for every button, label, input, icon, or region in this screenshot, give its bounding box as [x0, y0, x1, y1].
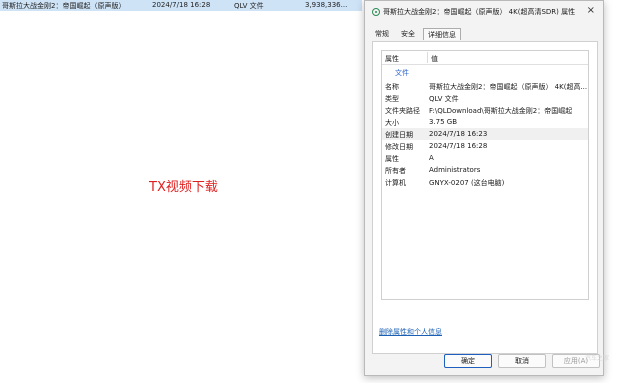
list-item[interactable]: 修改日期 2024/7/18 16:28 [382, 140, 588, 152]
file-type: QLV 文件 [234, 2, 264, 10]
caption-text: TX视频下载 [149, 180, 218, 195]
cancel-button[interactable]: 取消 [498, 354, 546, 368]
list-item[interactable]: 属性 A [382, 152, 588, 164]
tab-general[interactable]: 常规 [371, 28, 393, 40]
property-key: 文件夹路径 [385, 107, 420, 115]
property-key: 属性 [385, 155, 399, 163]
property-key: 计算机 [385, 179, 406, 187]
file-list-row[interactable]: 哥斯拉大战金刚2：帝国崛起（原声版） 2024/7/18 16:28 QLV 文… [0, 0, 362, 11]
details-panel: 属性 值 文件 名称 哥斯拉大战金刚2：帝国崛起（原声版） 4K(超高... 类… [372, 41, 598, 354]
property-key: 大小 [385, 119, 399, 127]
tab-details[interactable]: 详细信息 [423, 28, 461, 40]
property-key: 所有者 [385, 167, 406, 175]
property-value: F:\QLDownload\哥斯拉大战金刚2：帝国崛起 [429, 107, 573, 115]
list-item[interactable]: 所有者 Administrators [382, 164, 588, 176]
tab-strip: 常规 安全 详细信息 [371, 28, 465, 40]
title-bar: 哥斯拉大战金刚2：帝国崛起（原声版） 4K(超高清SDR) 属性 × [365, 1, 603, 23]
property-value: 哥斯拉大战金刚2：帝国崛起（原声版） 4K(超高... [429, 83, 588, 91]
file-size: 3,938,336... [305, 1, 348, 9]
property-key: 类型 [385, 95, 399, 103]
property-value: A [429, 154, 434, 162]
close-button[interactable]: × [587, 5, 595, 16]
column-property[interactable]: 属性 [385, 54, 399, 64]
list-item[interactable]: 计算机 GNYX-0207 (这台电脑) [382, 176, 588, 188]
property-value: 2024/7/18 16:23 [429, 130, 488, 138]
watermark: 汽车之家 [585, 355, 610, 362]
file-icon [372, 8, 380, 16]
list-header: 属性 值 [382, 51, 588, 65]
group-file: 文件 [395, 69, 409, 77]
property-value: 3.75 GB [429, 118, 458, 126]
file-name: 哥斯拉大战金刚2：帝国崛起（原声版） [2, 2, 126, 10]
dialog-title: 哥斯拉大战金刚2：帝国崛起（原声版） 4K(超高清SDR) 属性 [383, 8, 576, 16]
properties-dialog: 哥斯拉大战金刚2：帝国崛起（原声版） 4K(超高清SDR) 属性 × 常规 安全… [364, 0, 604, 376]
file-date: 2024/7/18 16:28 [152, 1, 211, 9]
property-key: 名称 [385, 83, 399, 91]
list-item[interactable]: 创建日期 2024/7/18 16:23 [382, 128, 588, 140]
list-item[interactable]: 文件夹路径 F:\QLDownload\哥斯拉大战金刚2：帝国崛起 [382, 104, 588, 116]
column-divider[interactable] [427, 52, 428, 63]
property-value: GNYX-0207 (这台电脑) [429, 179, 505, 187]
list-item[interactable]: 类型 QLV 文件 [382, 92, 588, 104]
tab-security[interactable]: 安全 [397, 28, 419, 40]
list-item[interactable]: 大小 3.75 GB [382, 116, 588, 128]
property-key: 创建日期 [385, 131, 413, 139]
remove-properties-link[interactable]: 删除属性和个人信息 [379, 327, 442, 337]
property-key: 修改日期 [385, 143, 413, 151]
properties-list[interactable]: 属性 值 文件 名称 哥斯拉大战金刚2：帝国崛起（原声版） 4K(超高... 类… [381, 50, 589, 300]
property-value: QLV 文件 [429, 95, 459, 103]
ok-button[interactable]: 确定 [444, 354, 492, 368]
property-value: Administrators [429, 166, 481, 174]
column-value[interactable]: 值 [431, 54, 438, 64]
list-item[interactable]: 名称 哥斯拉大战金刚2：帝国崛起（原声版） 4K(超高... [382, 80, 588, 92]
property-value: 2024/7/18 16:28 [429, 142, 488, 150]
